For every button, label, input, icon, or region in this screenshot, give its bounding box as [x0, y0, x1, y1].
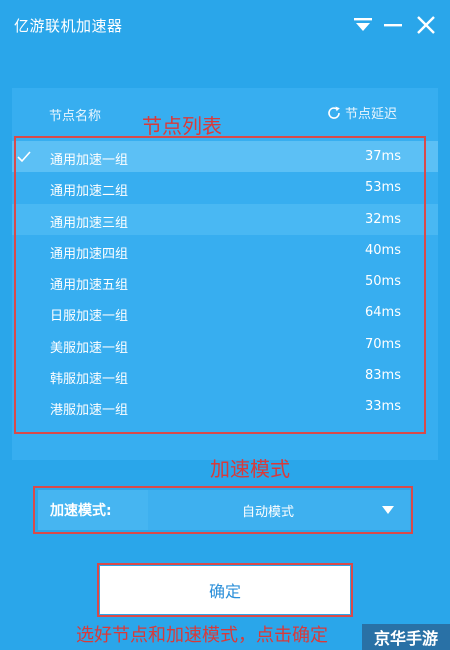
title-bar: 亿游联机加速器: [0, 0, 450, 52]
node-name: 美服加速一组: [50, 340, 129, 356]
app-title: 亿游联机加速器: [14, 17, 123, 35]
list-item[interactable]: 港服加速一组 33ms: [12, 391, 438, 422]
node-ping: 53ms: [365, 180, 401, 196]
confirm-label: 确定: [208, 582, 241, 601]
list-item[interactable]: 美服加速一组 70ms: [12, 329, 438, 360]
mode-label: 加速模式:: [50, 503, 112, 519]
node-list-annotation: 节点列表: [142, 114, 222, 138]
list-item[interactable]: 韩服加速一组 83ms: [12, 360, 438, 391]
node-name: 港服加速一组: [50, 403, 129, 419]
list-item[interactable]: 通用加速四组 40ms: [12, 235, 438, 266]
mode-annotation: 加速模式: [210, 457, 290, 481]
list-item[interactable]: 日服加速一组 64ms: [12, 297, 438, 328]
minimize-icon: [384, 24, 402, 27]
watermark-text: 京华手游: [373, 629, 438, 648]
refresh-latency-button[interactable]: 节点延迟: [326, 103, 397, 122]
list-item[interactable]: 通用加速一组 37ms: [12, 141, 438, 173]
column-header-node-name: 节点名称: [49, 109, 102, 124]
node-ping: 33ms: [365, 399, 401, 415]
node-ping: 83ms: [365, 368, 401, 384]
node-ping: 50ms: [365, 274, 401, 290]
node-ping: 70ms: [365, 336, 401, 352]
node-name: 通用加速一组: [50, 153, 129, 168]
list-item[interactable]: 通用加速五组 50ms: [12, 266, 438, 297]
node-ping: 37ms: [365, 149, 401, 164]
refresh-latency-label: 节点延迟: [345, 107, 398, 122]
checkmark-icon: [17, 151, 31, 163]
menu-button[interactable]: [349, 10, 377, 40]
node-name: 韩服加速一组: [50, 372, 129, 388]
node-name: 通用加速三组: [50, 215, 129, 231]
close-button[interactable]: [412, 10, 440, 40]
node-ping: 64ms: [365, 305, 401, 321]
mode-selector[interactable]: 加速模式: 自动模式: [38, 490, 410, 530]
node-ping: 40ms: [365, 242, 401, 258]
node-ping: 32ms: [365, 211, 401, 227]
list-item[interactable]: 通用加速三组 32ms: [12, 203, 438, 235]
node-name: 日服加速一组: [50, 309, 129, 325]
watermark: 京华手游: [362, 624, 450, 650]
node-name: 通用加速五组: [50, 278, 129, 294]
panel-header: 节点名称 节点延迟: [12, 88, 438, 136]
minimize-button[interactable]: [379, 10, 407, 40]
close-icon: [417, 16, 435, 34]
refresh-icon: [328, 106, 340, 119]
node-name: 通用加速二组: [50, 184, 129, 200]
mode-dropdown[interactable]: 自动模式: [148, 490, 410, 530]
instruction-annotation: 选好节点和加速模式，点击确定: [76, 625, 328, 646]
confirm-button[interactable]: 确定: [100, 566, 350, 614]
node-name: 通用加速四组: [50, 246, 129, 262]
dropdown-menu-icon: [354, 18, 372, 31]
mode-value: 自动模式: [242, 505, 295, 520]
node-list: 通用加速一组 37ms 通用加速二组 53ms 通用加速三组 32ms 通用加速…: [12, 141, 438, 423]
node-panel: 节点名称 节点延迟 通用加速一组 37ms 通用加速二组 53ms 通用加速三组…: [12, 88, 438, 460]
list-item[interactable]: 通用加速二组 53ms: [12, 172, 438, 203]
chevron-down-icon: [382, 506, 394, 514]
